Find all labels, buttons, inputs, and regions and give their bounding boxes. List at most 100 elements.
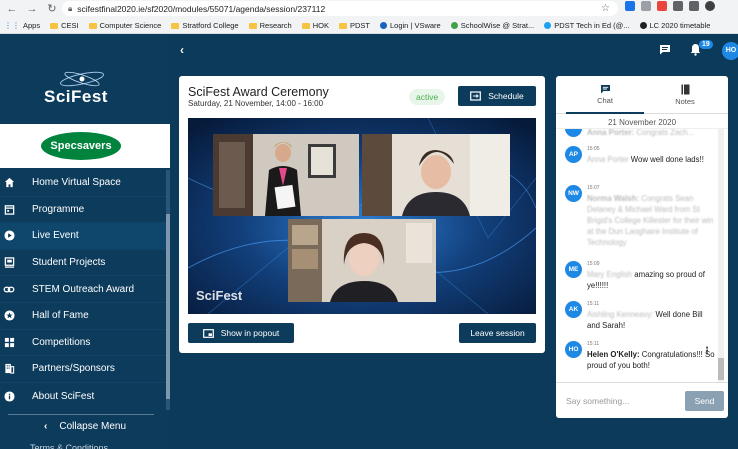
message-options-icon[interactable]: ⋮ xyxy=(702,346,712,357)
video-watermark: SciFest xyxy=(196,288,243,303)
profile-icon[interactable] xyxy=(705,1,715,11)
message-text: Anna Porter Wow well done lads!! xyxy=(587,155,704,164)
sidebar-item-home[interactable]: Home Virtual Space xyxy=(0,170,166,197)
message-text: Mary English amazing so proud of ye!!!!!… xyxy=(587,270,705,290)
extension-icon[interactable] xyxy=(641,1,651,11)
sidebar-item-stem-outreach[interactable]: STEM Outreach Award xyxy=(0,276,166,303)
chat-input-row: Send xyxy=(556,382,728,418)
bookmark-site[interactable]: LC 2020 timetable xyxy=(639,21,710,30)
reload-icon[interactable]: ↻ xyxy=(44,2,60,15)
collapse-menu-label: Collapse Menu xyxy=(59,421,127,432)
sidebar-menu: Home Virtual Space Programme Live Event … xyxy=(0,170,166,409)
lock-icon: 🔒︎ xyxy=(68,3,73,13)
sidebar-scrollbar-thumb[interactable] xyxy=(166,214,170,399)
folder-icon xyxy=(338,22,347,29)
forward-arrow-icon[interactable]: → xyxy=(24,3,40,15)
scifest-logo[interactable]: SciFest xyxy=(40,67,130,112)
browser-nav-row: ← → ↻ 🔒︎ scifestfinal2020.ie/sf2020/modu… xyxy=(0,0,738,17)
star-icon xyxy=(3,310,15,322)
bookmarks-bar: ⋮⋮ Apps CESI Computer Science Stratford C… xyxy=(0,17,738,34)
bookmark-star-icon[interactable]: ☆ xyxy=(601,3,610,14)
chat-scrollbar[interactable] xyxy=(718,129,724,382)
back-arrow-icon[interactable]: ← xyxy=(4,3,20,15)
sidebar-item-label: Competitions xyxy=(32,336,91,348)
session-subtitle: Saturday, 21 November, 14:00 - 16:00 xyxy=(188,99,324,108)
building-icon xyxy=(3,363,15,375)
schedule-icon xyxy=(470,91,482,101)
extension-icon[interactable] xyxy=(625,1,635,11)
message-time: 15:05 xyxy=(587,146,600,152)
address-bar-url: scifestfinal2020.ie/sf2020/modules/55071… xyxy=(77,3,326,14)
bookmark-site[interactable]: PDST Tech in Ed (@... xyxy=(544,21,630,30)
sidebar-item-live-event[interactable]: Live Event xyxy=(0,223,166,250)
sidebar-item-student-projects[interactable]: Student Projects xyxy=(0,250,166,277)
chat-date: 21 November 2020 xyxy=(556,116,728,129)
active-tab-indicator xyxy=(566,112,644,114)
bookmark-folder[interactable]: HOK xyxy=(301,21,329,30)
folder-icon xyxy=(301,22,310,29)
bookmark-folder[interactable]: PDST xyxy=(338,21,370,30)
chat-message-input[interactable] xyxy=(566,392,681,410)
schedule-button[interactable]: Schedule xyxy=(458,86,536,106)
popout-icon xyxy=(202,328,214,338)
show-in-popout-button[interactable]: Show in popout xyxy=(188,323,294,343)
sidebar-item-hall-of-fame[interactable]: Hall of Fame xyxy=(0,303,166,330)
folder-icon xyxy=(50,22,59,29)
twitter-icon xyxy=(544,22,552,29)
terms-link[interactable]: Terms & Conditions xyxy=(30,444,108,449)
projects-icon xyxy=(3,257,15,269)
bookmark-apps[interactable]: ⋮⋮ Apps xyxy=(4,21,40,30)
participant-video-tile[interactable] xyxy=(213,134,359,216)
sidebar-item-label: About SciFest xyxy=(32,390,95,402)
sidebar-item-label: STEM Outreach Award xyxy=(32,283,135,295)
chat-bubble-icon xyxy=(600,85,610,94)
send-button[interactable]: Send xyxy=(685,391,724,411)
chat-messages: Anna Porter: Congrats Zach... AP 15:05 A… xyxy=(556,129,718,382)
info-icon xyxy=(3,390,15,402)
participant-video-tile[interactable] xyxy=(288,219,436,302)
bookmark-folder[interactable]: Research xyxy=(248,21,292,30)
sidebar-item-partners[interactable]: Partners/Sponsors xyxy=(0,356,166,383)
message-time: 15:11 xyxy=(587,341,600,347)
message-avatar: NW xyxy=(565,185,582,202)
sidebar-item-competitions[interactable]: Competitions xyxy=(0,330,166,357)
specsavers-logo: Specsavers xyxy=(41,132,121,160)
schoolwise-icon xyxy=(450,22,458,29)
sidebar-item-label: Partners/Sponsors xyxy=(32,363,115,375)
grid-icon xyxy=(3,336,15,348)
notification-badge: 19 xyxy=(699,40,713,49)
participant-video-tile[interactable] xyxy=(362,134,510,216)
bookmark-folder[interactable]: Computer Science xyxy=(88,21,161,30)
video-player[interactable]: SciFest xyxy=(188,118,536,314)
message-text: Anna Porter: Congrats Zach... xyxy=(587,129,695,137)
chat-scrollbar-thumb[interactable] xyxy=(718,358,724,380)
bookmark-folder[interactable]: Stratford College xyxy=(171,21,239,30)
message-time: 15:11 xyxy=(587,301,600,307)
session-card: SciFest Award Ceremony Saturday, 21 Nove… xyxy=(179,76,545,353)
calendar-icon xyxy=(3,203,15,215)
bookmark-folder[interactable]: CESI xyxy=(50,21,79,30)
sidebar-item-label: Home Virtual Space xyxy=(32,177,121,189)
message-avatar: ME xyxy=(565,261,582,278)
sidebar-item-about[interactable]: About SciFest xyxy=(0,383,166,410)
puzzle-icon[interactable] xyxy=(673,1,683,11)
session-title: SciFest Award Ceremony xyxy=(188,85,329,99)
tab-notes[interactable]: Notes xyxy=(655,84,715,106)
status-badge: active xyxy=(409,89,446,105)
leave-session-button[interactable]: Leave session xyxy=(459,323,536,343)
browser-chrome: ← → ↻ 🔒︎ scifestfinal2020.ie/sf2020/modu… xyxy=(0,0,738,34)
bookmark-site[interactable]: Login | VSware xyxy=(380,21,441,30)
extension-icon[interactable] xyxy=(657,1,667,11)
address-bar[interactable]: 🔒︎ scifestfinal2020.ie/sf2020/modules/55… xyxy=(62,1,618,16)
back-chevron-icon[interactable]: ‹ xyxy=(180,43,184,57)
chat-icon[interactable] xyxy=(659,44,671,58)
sponsor-banner[interactable]: Specsavers xyxy=(0,124,170,168)
bookmark-site[interactable]: SchoolWise @ Strat... xyxy=(450,21,534,30)
sidebar: SciFest Specsavers Home Virtual Space Pr… xyxy=(0,34,170,449)
media-icon[interactable] xyxy=(689,1,699,11)
tab-chat[interactable]: Chat xyxy=(575,84,635,105)
user-avatar[interactable]: HO xyxy=(722,42,738,60)
collapse-menu-button[interactable]: ‹ Collapse Menu xyxy=(8,414,154,438)
sidebar-item-programme[interactable]: Programme xyxy=(0,197,166,224)
globe-icon xyxy=(639,22,647,29)
